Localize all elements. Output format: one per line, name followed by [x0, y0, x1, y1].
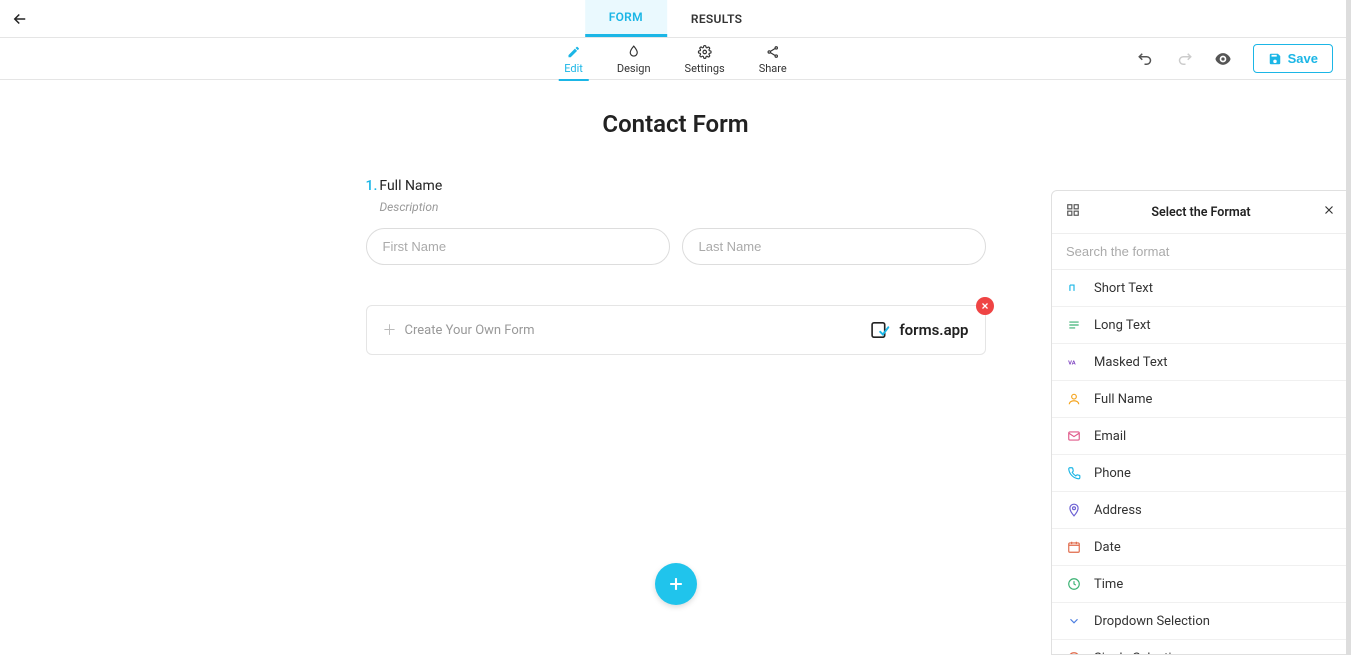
phone-icon — [1066, 465, 1082, 481]
close-create-box[interactable] — [976, 297, 994, 315]
format-item-label: Short Text — [1094, 281, 1153, 296]
subbar-center: Edit Design Settings Share — [558, 38, 793, 79]
format-item-label: Dropdown Selection — [1094, 614, 1210, 629]
save-icon — [1268, 52, 1282, 66]
subtab-design[interactable]: Design — [611, 44, 657, 75]
panel-close-button[interactable] — [1322, 203, 1336, 221]
dropdown-icon — [1066, 613, 1082, 629]
form-area: 1.Full Name Description ＋ Create Your Ow… — [366, 178, 986, 355]
share-icon — [766, 44, 780, 60]
format-item[interactable]: Address — [1052, 492, 1350, 529]
format-item[interactable]: Date — [1052, 529, 1350, 566]
format-item-label: Phone — [1094, 466, 1131, 481]
last-name-input[interactable] — [682, 228, 986, 265]
subtab-settings[interactable]: Settings — [679, 44, 731, 75]
add-field-fab[interactable] — [655, 563, 697, 605]
preview-button[interactable] — [1213, 49, 1233, 69]
redo-icon — [1175, 50, 1193, 68]
single-select-icon — [1066, 650, 1082, 654]
close-icon — [1322, 203, 1336, 217]
panel-search — [1052, 234, 1350, 270]
address-icon — [1066, 502, 1082, 518]
format-item[interactable]: VA Masked Text — [1052, 344, 1350, 381]
undo-icon — [1137, 50, 1155, 68]
format-item[interactable]: Email — [1052, 418, 1350, 455]
format-item-label: Long Text — [1094, 318, 1151, 333]
plus-icon: ＋ — [383, 320, 397, 340]
subtab-design-label: Design — [617, 62, 651, 75]
format-item-label: Email — [1094, 429, 1126, 444]
tab-form[interactable]: FORM — [585, 0, 667, 37]
page-scrollbar[interactable] — [1346, 0, 1351, 655]
name-row — [366, 228, 986, 265]
brand-logo: forms.app — [871, 321, 968, 339]
format-item-label: Single Selection — [1094, 651, 1186, 655]
pencil-icon — [567, 44, 581, 60]
arrow-left-icon — [11, 10, 29, 28]
short-text-icon — [1066, 280, 1082, 296]
format-item-label: Full Name — [1094, 392, 1152, 407]
create-form-box[interactable]: ＋ Create Your Own Form forms.app — [366, 305, 986, 355]
subbar-right: Save — [1137, 38, 1333, 79]
redo-button[interactable] — [1175, 50, 1193, 68]
format-item-label: Address — [1094, 503, 1142, 518]
subtab-edit[interactable]: Edit — [558, 44, 589, 81]
drop-icon — [627, 44, 641, 60]
panel-header: Select the Format — [1052, 191, 1350, 234]
long-text-icon — [1066, 317, 1082, 333]
grid-icon[interactable] — [1066, 203, 1080, 221]
format-item[interactable]: Short Text — [1052, 270, 1350, 307]
format-item[interactable]: Full Name — [1052, 381, 1350, 418]
top-tabs: FORM RESULTS — [585, 0, 767, 37]
canvas: Contact Form 1.Full Name Description ＋ C… — [0, 80, 1351, 655]
subtab-share-label: Share — [759, 62, 787, 75]
masked-text-icon: VA — [1066, 354, 1082, 370]
format-item[interactable]: Phone — [1052, 455, 1350, 492]
topbar: FORM RESULTS — [0, 0, 1351, 38]
form-title[interactable]: Contact Form — [0, 110, 1351, 138]
search-input[interactable] — [1052, 234, 1350, 269]
full-name-icon — [1066, 391, 1082, 407]
subtab-edit-label: Edit — [564, 62, 583, 75]
create-form-label: Create Your Own Form — [405, 323, 535, 338]
eye-icon — [1213, 49, 1233, 69]
subbar: Edit Design Settings Share Save — [0, 38, 1351, 80]
format-item[interactable]: Long Text — [1052, 307, 1350, 344]
undo-button[interactable] — [1137, 50, 1155, 68]
field-number: 1. — [366, 178, 378, 194]
time-icon — [1066, 576, 1082, 592]
format-item-label: Masked Text — [1094, 355, 1168, 370]
format-item-label: Time — [1094, 577, 1123, 592]
plus-icon — [666, 574, 686, 594]
create-form-left: ＋ Create Your Own Form — [383, 320, 535, 340]
format-item[interactable]: Dropdown Selection — [1052, 603, 1350, 640]
date-icon — [1066, 539, 1082, 555]
format-item[interactable]: Time — [1052, 566, 1350, 603]
panel-title: Select the Format — [1080, 205, 1322, 220]
gear-icon — [698, 44, 712, 60]
brand-text: forms.app — [899, 321, 968, 339]
panel-list[interactable]: Short Text Long Text VA Masked Text Full Nam… — [1052, 270, 1350, 654]
subtab-share[interactable]: Share — [753, 44, 793, 75]
format-item-label: Date — [1094, 540, 1121, 555]
svg-text:VA: VA — [1068, 360, 1076, 366]
brand-mark-icon — [871, 321, 893, 339]
subtab-settings-label: Settings — [685, 62, 725, 75]
first-name-input[interactable] — [366, 228, 670, 265]
save-button[interactable]: Save — [1253, 44, 1333, 73]
format-item[interactable]: Single Selection — [1052, 640, 1350, 654]
close-icon — [980, 301, 990, 311]
tab-results[interactable]: RESULTS — [667, 0, 766, 37]
field-description[interactable]: Description — [380, 200, 986, 214]
back-button[interactable] — [0, 10, 40, 28]
email-icon — [1066, 428, 1082, 444]
format-panel: Select the Format Short Text Long Text VA M… — [1051, 190, 1351, 655]
field-label[interactable]: 1.Full Name — [366, 178, 986, 194]
save-label: Save — [1288, 51, 1318, 66]
field-name: Full Name — [379, 178, 442, 194]
